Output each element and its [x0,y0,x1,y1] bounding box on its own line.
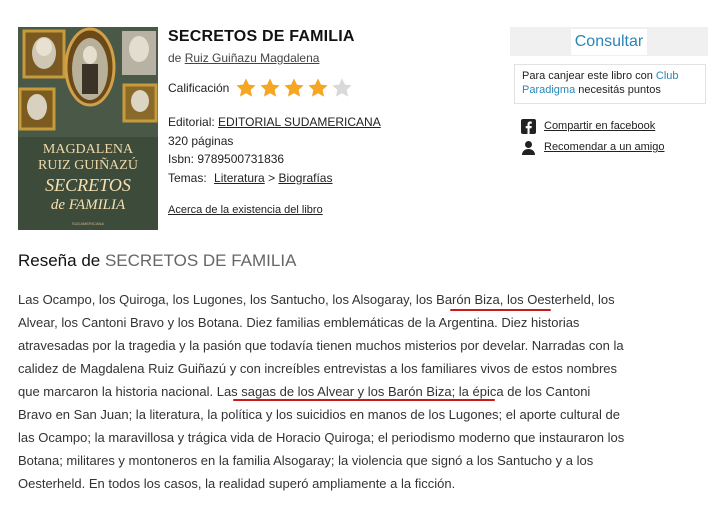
star-icon[interactable] [307,77,329,99]
review-heading-title: SECRETOS DE FAMILIA [104,251,297,270]
review-line: calidez de Magdalena Ruiz Guiñazú y con … [18,361,618,376]
author-prefix: de [168,51,182,65]
star-icon[interactable] [331,77,353,99]
book-cover-image[interactable]: MAGDALENA RUIZ GUIÑAZÚ SECRETOS de FAMIL… [18,27,158,230]
review-heading: Reseña de SECRETOS DE FAMILIA [18,251,296,271]
annotation-underline [450,309,551,311]
person-icon [522,140,535,155]
star-icon[interactable] [259,77,281,99]
pages-count: 320 páginas [168,133,234,148]
editorial-link[interactable]: EDITORIAL SUDAMERICANA [218,115,381,129]
consult-button[interactable]: Consultar [570,28,648,55]
review-line: Oesterheld. En todos los casos, la reali… [18,476,456,491]
club-info-text-2: necesitás puntos [575,84,661,96]
club-info-text-1: Para canjear este libro con [522,70,656,82]
author-link[interactable]: Ruiz Guiñazu Magdalena [185,51,320,65]
share-facebook-row[interactable]: Compartir en facebook [521,116,664,136]
cover-author-line2: RUIZ GUIÑAZÚ [38,156,138,173]
theme-separator: > [268,170,276,185]
recommend-friend-row[interactable]: Recomendar a un amigo [521,137,664,157]
rating-label: Calificación [168,81,230,95]
rating-stars[interactable] [235,77,355,99]
existence-link[interactable]: Acerca de la existencia del libro [168,204,323,216]
share-facebook-link[interactable]: Compartir en facebook [544,120,655,132]
themes-label: Temas: [168,170,207,185]
rating: Calificación [168,77,355,99]
theme-link-biografias[interactable]: Biografías [278,171,332,185]
recommend-friend-link[interactable]: Recomendar a un amigo [544,141,664,153]
review-body: Las Ocampo, los Quiroga, los Lugones, lo… [18,288,698,495]
themes-row: Temas: Literatura > Biografías [168,169,381,188]
review-line: Botana; militares y montoneros en la fam… [18,453,594,468]
cover-title-line1: SECRETOS [45,175,131,195]
review-line: Bravo en San Juan; la literatura, la pol… [18,407,620,422]
star-icon[interactable] [283,77,305,99]
review-heading-prefix: Reseña de [18,251,101,270]
club-points-info: Para canjear este libro con Club Paradig… [514,64,706,104]
review-line: Las Ocampo, los Quiroga, los Lugones, lo… [18,292,615,307]
facebook-icon [521,118,536,134]
editorial-label: Editorial: [168,115,215,129]
annotation-underline [233,399,495,401]
cover-title-line2: de FAMILIA [51,197,126,213]
book-details: Editorial: EDITORIAL SUDAMERICANA 320 pá… [168,113,381,220]
isbn: Isbn: 9789500731836 [168,152,285,166]
cover-author-line1: MAGDALENA [43,142,134,157]
star-icon[interactable] [235,77,257,99]
cover-publisher: SUDAMERICANA [72,221,105,226]
author-line: de Ruiz Guiñazu Magdalena [168,51,319,65]
review-line: Alvear, los Cantoni Bravo y los Botana. … [18,315,580,330]
share-links: Compartir en facebook Recomendar a un am… [521,116,664,158]
review-line: las Ocampo; la maravillosa y trágica vid… [18,430,625,445]
review-line: atravesadas por la tragedia y la pasión … [18,338,624,353]
book-title: SECRETOS DE FAMILIA [168,28,355,45]
editorial-row: Editorial: EDITORIAL SUDAMERICANA [168,113,381,132]
theme-link-literatura[interactable]: Literatura [214,171,265,185]
consult-box: Consultar [510,27,708,56]
